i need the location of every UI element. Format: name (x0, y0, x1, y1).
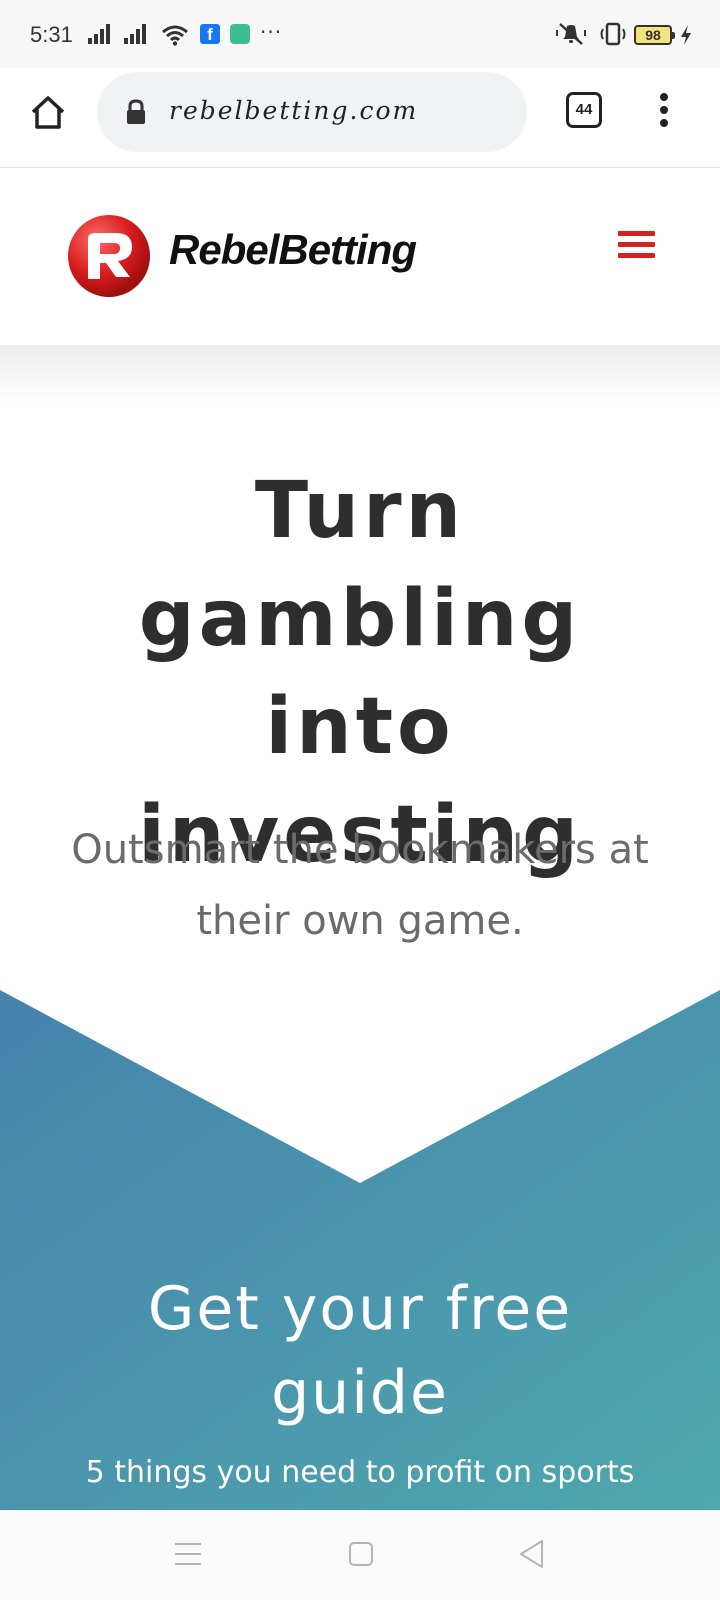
brand-name[interactable]: RebelBetting (169, 226, 417, 274)
hero-subtitle: Outsmart the bookmakers at their own gam… (40, 815, 680, 957)
site-menu-button[interactable] (618, 231, 655, 263)
address-bar[interactable]: rebelbetting.com (97, 72, 527, 152)
guide-title-line: Get your free (147, 1274, 573, 1344)
status-time: 5:31 (30, 22, 73, 47)
facebook-icon: f (200, 24, 220, 44)
guide-subtitle: 5 things you need to profit on sports (85, 1455, 635, 1490)
url-text: rebelbetting.com (169, 96, 419, 125)
charging-icon (681, 25, 691, 45)
hero-subtitle-line: Outsmart the bookmakers at (71, 827, 649, 873)
home-icon[interactable] (28, 92, 68, 132)
hero-title-line: gambling into (138, 574, 582, 772)
mute-vibrate-icon (556, 23, 586, 45)
browser-menu-button[interactable] (648, 90, 680, 130)
app-notification-icon (230, 24, 250, 44)
back-icon[interactable] (518, 1539, 544, 1569)
home-nav-icon[interactable] (349, 1542, 373, 1566)
recents-icon[interactable] (175, 1543, 201, 1567)
vibrate-icon (600, 22, 626, 46)
status-bar: 5:31 f ··· 98 (0, 0, 720, 68)
wifi-icon (162, 25, 188, 46)
rebelbetting-logo-icon[interactable] (66, 213, 152, 299)
hero-subtitle-line: their own game. (196, 898, 524, 944)
lock-icon (127, 99, 145, 124)
site-header: RebelBetting (0, 169, 720, 345)
guide-title: Get your free guide (40, 1267, 680, 1435)
system-navigation-bar (0, 1510, 720, 1600)
tab-switcher-button[interactable]: 44 (566, 92, 602, 128)
hero-section: Turn gambling into investing Outsmart th… (0, 345, 720, 1510)
guide-title-line: guide (271, 1358, 449, 1428)
hero-title-line: Turn (254, 466, 466, 556)
more-notifications-icon: ··· (260, 20, 283, 44)
browser-toolbar: rebelbetting.com 44 (0, 68, 720, 168)
battery-indicator: 98 (634, 25, 675, 45)
